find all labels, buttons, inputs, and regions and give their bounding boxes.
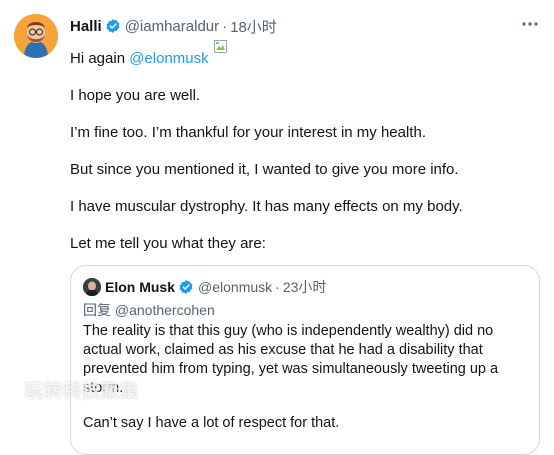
more-options-icon[interactable] xyxy=(518,14,542,34)
paragraph: I have muscular dystrophy. It has many e… xyxy=(70,198,463,215)
greeting-line: Hi again @elonmusk xyxy=(70,40,229,69)
quoted-tweet[interactable]: Elon Musk @elonmusk · 23小时 回复 @anotherco… xyxy=(70,265,540,455)
quoted-text: The reality is that this guy (who is ind… xyxy=(83,322,523,398)
author-handle[interactable]: @iamharaldur xyxy=(125,18,219,35)
quoted-author-avatar[interactable] xyxy=(83,278,101,296)
tweet-header: Halli @iamharaldur · 18小时 xyxy=(70,16,277,36)
reply-to-label: 回复 @anothercohen xyxy=(83,302,215,318)
quoted-text-line: storm. xyxy=(83,380,124,396)
quoted-header: Elon Musk @elonmusk · 23小时 xyxy=(105,277,326,297)
paragraph: But since you mentioned it, I wanted to … xyxy=(70,161,459,178)
quoted-text-line: The reality is that this guy (who is ind… xyxy=(83,323,494,339)
paragraph: I’m fine too. I’m thankful for your inte… xyxy=(70,124,426,141)
verified-badge-icon xyxy=(105,18,121,34)
author-name[interactable]: Halli xyxy=(70,18,102,35)
watermark: 玩转科技聚集 xyxy=(25,381,139,401)
quoted-avatar-photo-icon xyxy=(83,278,101,296)
tweet-timestamp[interactable]: 18小时 xyxy=(230,16,277,37)
verified-badge-icon xyxy=(178,279,194,295)
quoted-author-handle[interactable]: @elonmusk xyxy=(198,279,272,295)
quoted-text-line: actual work, claimed as his excuse that … xyxy=(83,342,483,358)
broken-image-icon xyxy=(213,39,229,55)
tweet-card[interactable]: Halli @iamharaldur · 18小时 Hi again @elon… xyxy=(0,0,554,455)
paragraph: Let me tell you what they are: xyxy=(70,235,266,252)
quoted-text-last-line: Can’t say I have a lot of respect for th… xyxy=(83,415,340,431)
quoted-text-line: prevented him from typing, yet was simul… xyxy=(83,361,499,377)
author-avatar[interactable] xyxy=(14,14,58,58)
quoted-author-name[interactable]: Elon Musk xyxy=(105,279,175,295)
paragraph: I hope you are well. xyxy=(70,87,201,104)
separator-dot: · xyxy=(275,279,280,295)
greeting-prefix: Hi again xyxy=(70,50,130,67)
mention-link[interactable]: @elonmusk xyxy=(129,50,208,67)
separator-dot: · xyxy=(222,17,228,35)
avatar-illustration-icon xyxy=(14,14,58,58)
quoted-timestamp[interactable]: 23小时 xyxy=(283,277,327,297)
